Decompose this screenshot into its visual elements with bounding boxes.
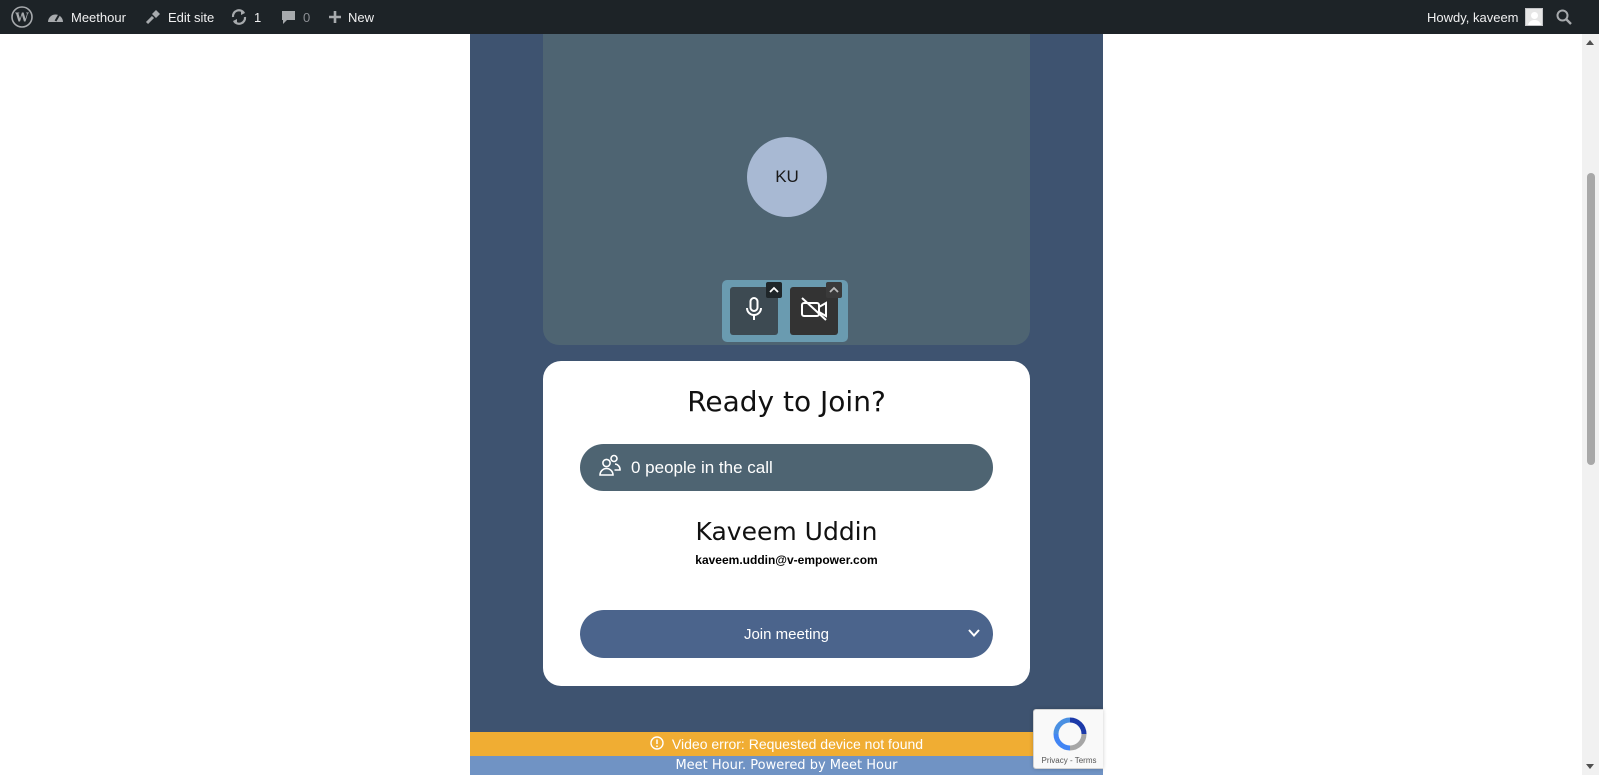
meeting-prejoin-screen: KU Ready to Join? 0 people in the call K… (470, 34, 1103, 775)
people-icon (598, 453, 622, 482)
user-name: Kaveem Uddin (695, 517, 878, 546)
video-off-icon (799, 296, 829, 327)
svg-text:W: W (14, 11, 29, 25)
edit-site-label: Edit site (168, 9, 215, 25)
wordpress-menu[interactable]: W (11, 0, 33, 34)
scrollbar-thumb[interactable] (1587, 173, 1595, 465)
wp-admin-bar: W Meethour Edit site 1 0 New Howdy, kave… (0, 0, 1599, 34)
updates-icon (230, 8, 248, 26)
alert-circle-icon (650, 735, 664, 753)
join-meeting-label: Join meeting (743, 625, 830, 643)
page-scrollbar[interactable] (1582, 34, 1599, 775)
video-preview: KU (543, 34, 1030, 345)
my-account-menu[interactable]: Howdy, kaveem (1427, 0, 1543, 34)
edit-site-link[interactable]: Edit site (144, 0, 214, 34)
avatar-initials: KU (775, 167, 799, 186)
comments-count: 0 (303, 9, 311, 25)
people-in-call-bar: 0 people in the call (580, 444, 993, 491)
video-settings-toggle[interactable] (826, 282, 842, 298)
scroll-up-arrow[interactable] (1586, 40, 1594, 45)
new-content-menu[interactable]: New (328, 0, 374, 34)
audio-settings-toggle[interactable] (766, 282, 782, 298)
site-name-menu[interactable]: Meethour (46, 0, 126, 34)
recaptcha-badge[interactable]: Privacy - Terms (1033, 709, 1103, 769)
join-meeting-button[interactable]: Join meeting (580, 610, 993, 658)
video-error-text: Video error: Requested device not found (671, 736, 924, 752)
recaptcha-logo-icon (1052, 716, 1088, 757)
join-title: Ready to Join? (687, 385, 886, 418)
user-avatar: KU (747, 137, 827, 217)
user-email: kaveem.uddin@v-empower.com (695, 553, 878, 567)
video-error-notification: Video error: Requested device not found (470, 732, 1103, 756)
site-name-label: Meethour (71, 9, 126, 25)
footer-text: Meet Hour. Powered by Meet Hour (675, 758, 898, 773)
comments-icon (280, 9, 297, 26)
comments-link[interactable]: 0 (280, 0, 310, 34)
people-count-label: 0 people in the call (631, 457, 773, 477)
admin-search-button[interactable] (1556, 0, 1572, 34)
caret-up-icon (769, 281, 779, 299)
dashboard-icon (46, 9, 65, 25)
microphone-icon (742, 296, 766, 327)
wordpress-logo-icon: W (11, 6, 33, 28)
new-content-label: New (348, 9, 375, 25)
media-toolbar (722, 280, 848, 342)
chevron-down-icon[interactable] (967, 626, 981, 644)
search-icon (1556, 9, 1572, 25)
join-card: Ready to Join? 0 people in the call Kave… (543, 361, 1030, 686)
greeting-label: Howdy, kaveem (1427, 9, 1519, 25)
plus-icon (328, 10, 342, 24)
caret-up-icon (829, 281, 839, 299)
avatar (1524, 8, 1543, 26)
updates-link[interactable]: 1 (230, 0, 261, 34)
recaptcha-privacy-terms[interactable]: Privacy - Terms (1034, 756, 1104, 765)
updates-count: 1 (254, 9, 262, 25)
scroll-down-arrow[interactable] (1586, 764, 1594, 769)
powered-by-footer: Meet Hour. Powered by Meet Hour (470, 756, 1103, 775)
edit-site-icon (144, 8, 162, 26)
